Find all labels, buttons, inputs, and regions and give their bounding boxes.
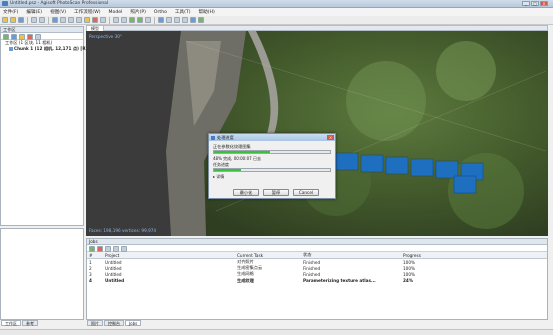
chunk-icon bbox=[9, 46, 13, 51]
rectangle-select-icon[interactable] bbox=[60, 17, 66, 23]
task-progress-bar bbox=[213, 150, 331, 154]
overall-progress-fill bbox=[214, 169, 241, 171]
title-bar: Untitled.psz - Agisoft PhotoScan Profess… bbox=[0, 0, 553, 8]
textured-icon[interactable] bbox=[198, 17, 204, 23]
dialog-title: 处理进度 bbox=[217, 135, 234, 140]
camera-photo[interactable] bbox=[435, 160, 459, 179]
cancel-button[interactable]: Cancel bbox=[293, 189, 319, 196]
camera-photo[interactable] bbox=[360, 154, 384, 173]
workspace-toolbar bbox=[1, 33, 83, 40]
remove-job-icon[interactable] bbox=[97, 246, 103, 252]
save-icon[interactable] bbox=[18, 17, 24, 23]
delete-selection-icon[interactable] bbox=[92, 17, 98, 23]
menu-workflow[interactable]: 工作流程(W) bbox=[74, 9, 101, 15]
camera-photo[interactable] bbox=[453, 175, 477, 194]
open-folder-icon[interactable] bbox=[10, 17, 16, 23]
model-stats-label: Faces: 198,196 vertices: 99,974 bbox=[89, 228, 157, 233]
maximize-window-button[interactable]: □ bbox=[531, 1, 539, 6]
shaded-icon[interactable] bbox=[190, 17, 196, 23]
left-tabs: 工作区 参考 bbox=[1, 320, 38, 326]
camera-photo[interactable] bbox=[385, 156, 409, 175]
minimize-dialog-button[interactable]: 最小化 bbox=[233, 189, 259, 196]
main-toolbar bbox=[0, 16, 553, 25]
window-title: Untitled.psz - Agisoft PhotoScan Profess… bbox=[10, 1, 109, 6]
zoom-in-icon[interactable] bbox=[129, 17, 135, 23]
menu-model[interactable]: Model bbox=[109, 10, 123, 15]
menu-tools[interactable]: 工具(T) bbox=[175, 9, 191, 15]
menu-bar: 文件(F) 编辑(E) 视图(V) 工作流程(W) Model 照片(P) Or… bbox=[0, 8, 553, 16]
undo-icon[interactable] bbox=[31, 17, 37, 23]
rotate-left-icon[interactable] bbox=[113, 17, 119, 23]
toolbar-divider bbox=[48, 16, 49, 24]
camera-photo[interactable] bbox=[410, 158, 434, 177]
tab-jobs[interactable]: Jobs bbox=[125, 320, 142, 326]
tree-canopy bbox=[346, 61, 426, 141]
redo-icon[interactable] bbox=[39, 17, 45, 23]
menu-ortho[interactable]: Ortho bbox=[154, 10, 167, 15]
navigation-icon[interactable] bbox=[52, 17, 58, 23]
jobs-panel: Jobs # Project Current Task 状态 Progress … bbox=[86, 238, 548, 320]
tab-photos[interactable]: 照片 bbox=[87, 320, 103, 326]
tree-canopy bbox=[436, 41, 496, 101]
wireframe-icon[interactable] bbox=[182, 17, 188, 23]
overall-progress-bar bbox=[213, 168, 331, 172]
tab-reference[interactable]: 参考 bbox=[22, 320, 38, 326]
toolbar-divider bbox=[154, 16, 155, 24]
pause-button[interactable]: 暂停 bbox=[263, 189, 289, 196]
bottom-tabs: 照片 控制台 Jobs bbox=[87, 320, 142, 326]
menu-view[interactable]: 视图(V) bbox=[50, 9, 66, 15]
tab-console[interactable]: 控制台 bbox=[104, 320, 124, 326]
free-select-icon[interactable] bbox=[76, 17, 82, 23]
close-window-button[interactable]: × bbox=[540, 1, 548, 6]
tab-workspace[interactable]: 工作区 bbox=[1, 320, 21, 326]
dialog-close-icon[interactable]: × bbox=[327, 135, 334, 140]
zoom-out-icon[interactable] bbox=[137, 17, 143, 23]
add-job-icon[interactable] bbox=[89, 246, 95, 252]
new-project-icon[interactable] bbox=[2, 17, 8, 23]
menu-photo[interactable]: 照片(P) bbox=[130, 9, 146, 15]
perspective-label: Perspective 30° bbox=[89, 34, 123, 39]
move-up-icon[interactable] bbox=[113, 246, 119, 252]
toolbar-divider bbox=[109, 16, 110, 24]
reference-panel bbox=[0, 228, 84, 320]
tree-chunk[interactable]: Chunk 1 (12 相机, 12,171 点) [R] bbox=[1, 46, 87, 52]
point-cloud-icon[interactable] bbox=[166, 17, 172, 23]
app-icon bbox=[2, 1, 8, 6]
move-down-icon[interactable] bbox=[121, 246, 127, 252]
jobs-table: # Project Current Task 状态 Progress 1 Unti… bbox=[87, 252, 547, 284]
show-cameras-icon[interactable] bbox=[158, 17, 164, 23]
details-toggle[interactable]: ▸ 详情 bbox=[213, 174, 331, 180]
toolbar-divider bbox=[27, 16, 28, 24]
table-row[interactable]: 4 Untitled 生成纹理 Parameterizing texture atla… bbox=[87, 278, 547, 284]
progress-dialog: 处理进度 × 正在参数化纹理图集 48% 完成, 00:00:07 已去 任务进… bbox=[208, 133, 336, 199]
rotate-right-icon[interactable] bbox=[121, 17, 127, 23]
task-progress-fill bbox=[214, 151, 270, 153]
jobs-toolbar bbox=[87, 245, 547, 252]
camera-photo[interactable] bbox=[335, 152, 359, 171]
workspace-panel: 工作区 工作区 (1 区块, 11 相机) Chunk 1 (12 相机, 12… bbox=[0, 26, 87, 226]
menu-file[interactable]: 文件(F) bbox=[3, 9, 18, 15]
dialog-title-bar: 处理进度 × bbox=[209, 134, 335, 141]
pointer-icon[interactable] bbox=[84, 17, 90, 23]
dense-cloud-icon[interactable] bbox=[174, 17, 180, 23]
status-bar bbox=[0, 329, 553, 335]
crop-selection-icon[interactable] bbox=[100, 17, 106, 23]
reset-view-icon[interactable] bbox=[145, 17, 151, 23]
pause-job-icon[interactable] bbox=[105, 246, 111, 252]
circle-select-icon[interactable] bbox=[68, 17, 74, 23]
menu-help[interactable]: 帮助(H) bbox=[199, 9, 215, 15]
dialog-icon bbox=[211, 135, 215, 140]
menu-edit[interactable]: 编辑(E) bbox=[26, 9, 42, 15]
minimize-window-button[interactable]: _ bbox=[522, 1, 530, 6]
